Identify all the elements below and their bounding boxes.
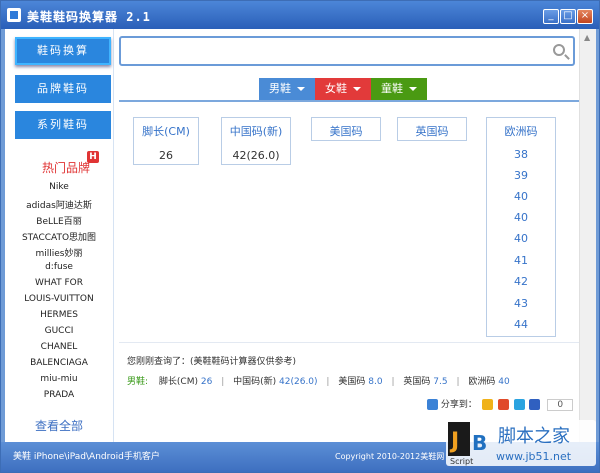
hot-brands-title: 热门品牌 [42,161,91,175]
chevron-down-icon [409,87,417,91]
eu-size-header: 欧洲码 [504,125,538,138]
share-label: 分享到： [440,400,477,410]
china-size-column: 中国码(新) 42(26.0) [221,117,291,165]
brand-link-chanel[interactable]: CHANEL [5,342,113,352]
watermark-logo: J B 脚本之家 www.jb51.net Script [446,420,596,466]
eu-size-option[interactable]: 42 [487,275,555,288]
size-convert-button[interactable]: 鞋码换算 [15,37,111,65]
brand-link-gucci[interactable]: GUCCI [5,326,113,336]
eu-size-option[interactable]: 44 [487,318,555,331]
scroll-up-icon[interactable]: ▲ [584,33,590,42]
script-label: Script [450,457,473,466]
us-size-header: 美国码 [329,125,363,138]
svg-text:J: J [449,429,459,454]
result-us-label: 美国码 [338,377,366,387]
window-title: 美鞋鞋码换算器 2.1 [27,10,151,24]
eu-size-option[interactable]: 40 [487,232,555,245]
result-eu-label: 欧洲码 [468,377,496,387]
result-eu-value: 40 [498,377,510,387]
series-size-button[interactable]: 系列鞋码 [15,111,111,139]
eu-size-option[interactable]: 41 [487,254,555,267]
result-foot-value: 26 [200,377,213,387]
search-input[interactable] [119,36,575,66]
maximize-button[interactable]: □ [560,9,576,24]
tab-kids-label: 童鞋 [381,82,403,95]
result-uk-value: 7.5 [433,377,448,387]
eu-size-option[interactable]: 40 [487,211,555,224]
qzone-icon[interactable] [481,399,493,410]
share-bar: 分享到： 0 [425,397,574,411]
brand-link-belle[interactable]: BeLLE百丽 [5,214,113,227]
mobile-client-link[interactable]: 美鞋 iPhone\iPad\Android手机客户 [13,449,160,462]
copyright-text: Copyright 2010-2012美鞋网 [335,452,445,461]
svg-text:B: B [472,431,487,455]
vertical-scrollbar[interactable]: ▲ [579,29,596,442]
uk-size-header: 英国码 [415,125,449,138]
view-all-link[interactable]: 查看全部 [35,417,83,434]
separator: | [221,377,225,387]
chevron-down-icon [353,87,361,91]
client-area: 鞋码换算 品牌鞋码 系列鞋码 热门品牌 H Nike adidas阿迪达斯 Be… [5,29,579,442]
result-foot-label: 脚长(CM) [158,377,198,387]
title-bar[interactable]: 美鞋鞋码换算器 2.1 _ □ × [1,1,599,29]
weibo-icon[interactable] [497,399,509,410]
app-window: 美鞋鞋码换算器 2.1 _ □ × 鞋码换算 品牌鞋码 系列鞋码 热门品牌 H … [0,0,600,473]
sidebar: 鞋码换算 品牌鞋码 系列鞋码 热门品牌 H Nike adidas阿迪达斯 Be… [5,29,114,442]
tab-men[interactable]: 男鞋 [259,78,315,100]
tab-women[interactable]: 女鞋 [315,78,371,100]
brand-link-lv[interactable]: LOUIS-VUITTON [5,294,113,304]
brand-link-miumiu[interactable]: miu-miu [5,374,113,384]
share-plus-icon[interactable] [427,399,438,410]
brand-size-button[interactable]: 品牌鞋码 [15,75,111,103]
brand-link-staccato[interactable]: STACCATO思加图 [5,230,113,243]
tabs-underline [119,100,579,102]
eu-size-option[interactable]: 40 [487,190,555,203]
tab-kids[interactable]: 童鞋 [371,78,427,100]
brand-link-millies[interactable]: millies妙丽 [5,246,113,259]
share-count: 0 [547,399,574,411]
us-size-column: 美国码 [311,117,381,141]
result-us-value: 8.0 [368,377,383,387]
eu-size-option[interactable]: 38 [487,148,555,161]
tab-women-label: 女鞋 [325,82,347,95]
query-summary: 您刚刚查询了：(美鞋鞋码计算器仅供参考) [127,357,297,367]
foot-length-column: 脚长(CM) 26 [133,117,199,165]
brand-link-hermes[interactable]: HERMES [5,310,113,320]
chevron-down-icon [297,87,305,91]
separator: | [391,377,395,387]
brand-link-balenciaga[interactable]: BALENCIAGA [5,358,113,368]
search-icon[interactable] [553,44,565,56]
foot-length-value: 26 [159,149,173,162]
tab-men-label: 男鞋 [269,82,291,95]
brand-link-whatfor[interactable]: WHAT FOR [5,278,113,288]
brand-link-prada[interactable]: PRADA [5,390,113,400]
china-size-value: 42(26.0) [232,149,280,162]
watermark-title: 脚本之家 [498,426,570,447]
eu-size-column: 欧洲码 38 39 40 40 40 41 42 43 44 [486,117,556,337]
result-china-value: 42(26.0) [279,377,318,387]
brand-link-dfuse[interactable]: d:fuse [5,262,113,272]
china-size-header: 中国码(新) [229,125,283,138]
brand-link-adidas[interactable]: adidas阿迪达斯 [5,198,113,211]
app-icon [7,8,21,22]
result-china-label: 中国码(新) [233,377,277,387]
watermark-url: www.jb51.net [496,450,572,463]
separator: | [326,377,330,387]
uk-size-column: 英国码 [397,117,467,141]
result-sex: 男鞋: [127,377,149,387]
brand-link-nike[interactable]: Nike [5,182,113,192]
qq-icon[interactable] [513,399,525,410]
foot-length-header: 脚长(CM) [142,125,190,138]
result-summary: 男鞋: 脚长(CM) 26 | 中国码(新) 42(26.0) | 美国码 8.… [127,374,510,387]
eu-size-option[interactable]: 39 [487,169,555,182]
minimize-button[interactable]: _ [543,9,559,24]
hot-badge: H [87,151,99,163]
result-uk-label: 英国码 [403,377,431,387]
eu-size-option[interactable]: 43 [487,297,555,310]
renren-icon[interactable] [529,399,541,410]
content-divider [119,342,579,343]
separator: | [456,377,460,387]
close-button[interactable]: × [577,9,593,24]
